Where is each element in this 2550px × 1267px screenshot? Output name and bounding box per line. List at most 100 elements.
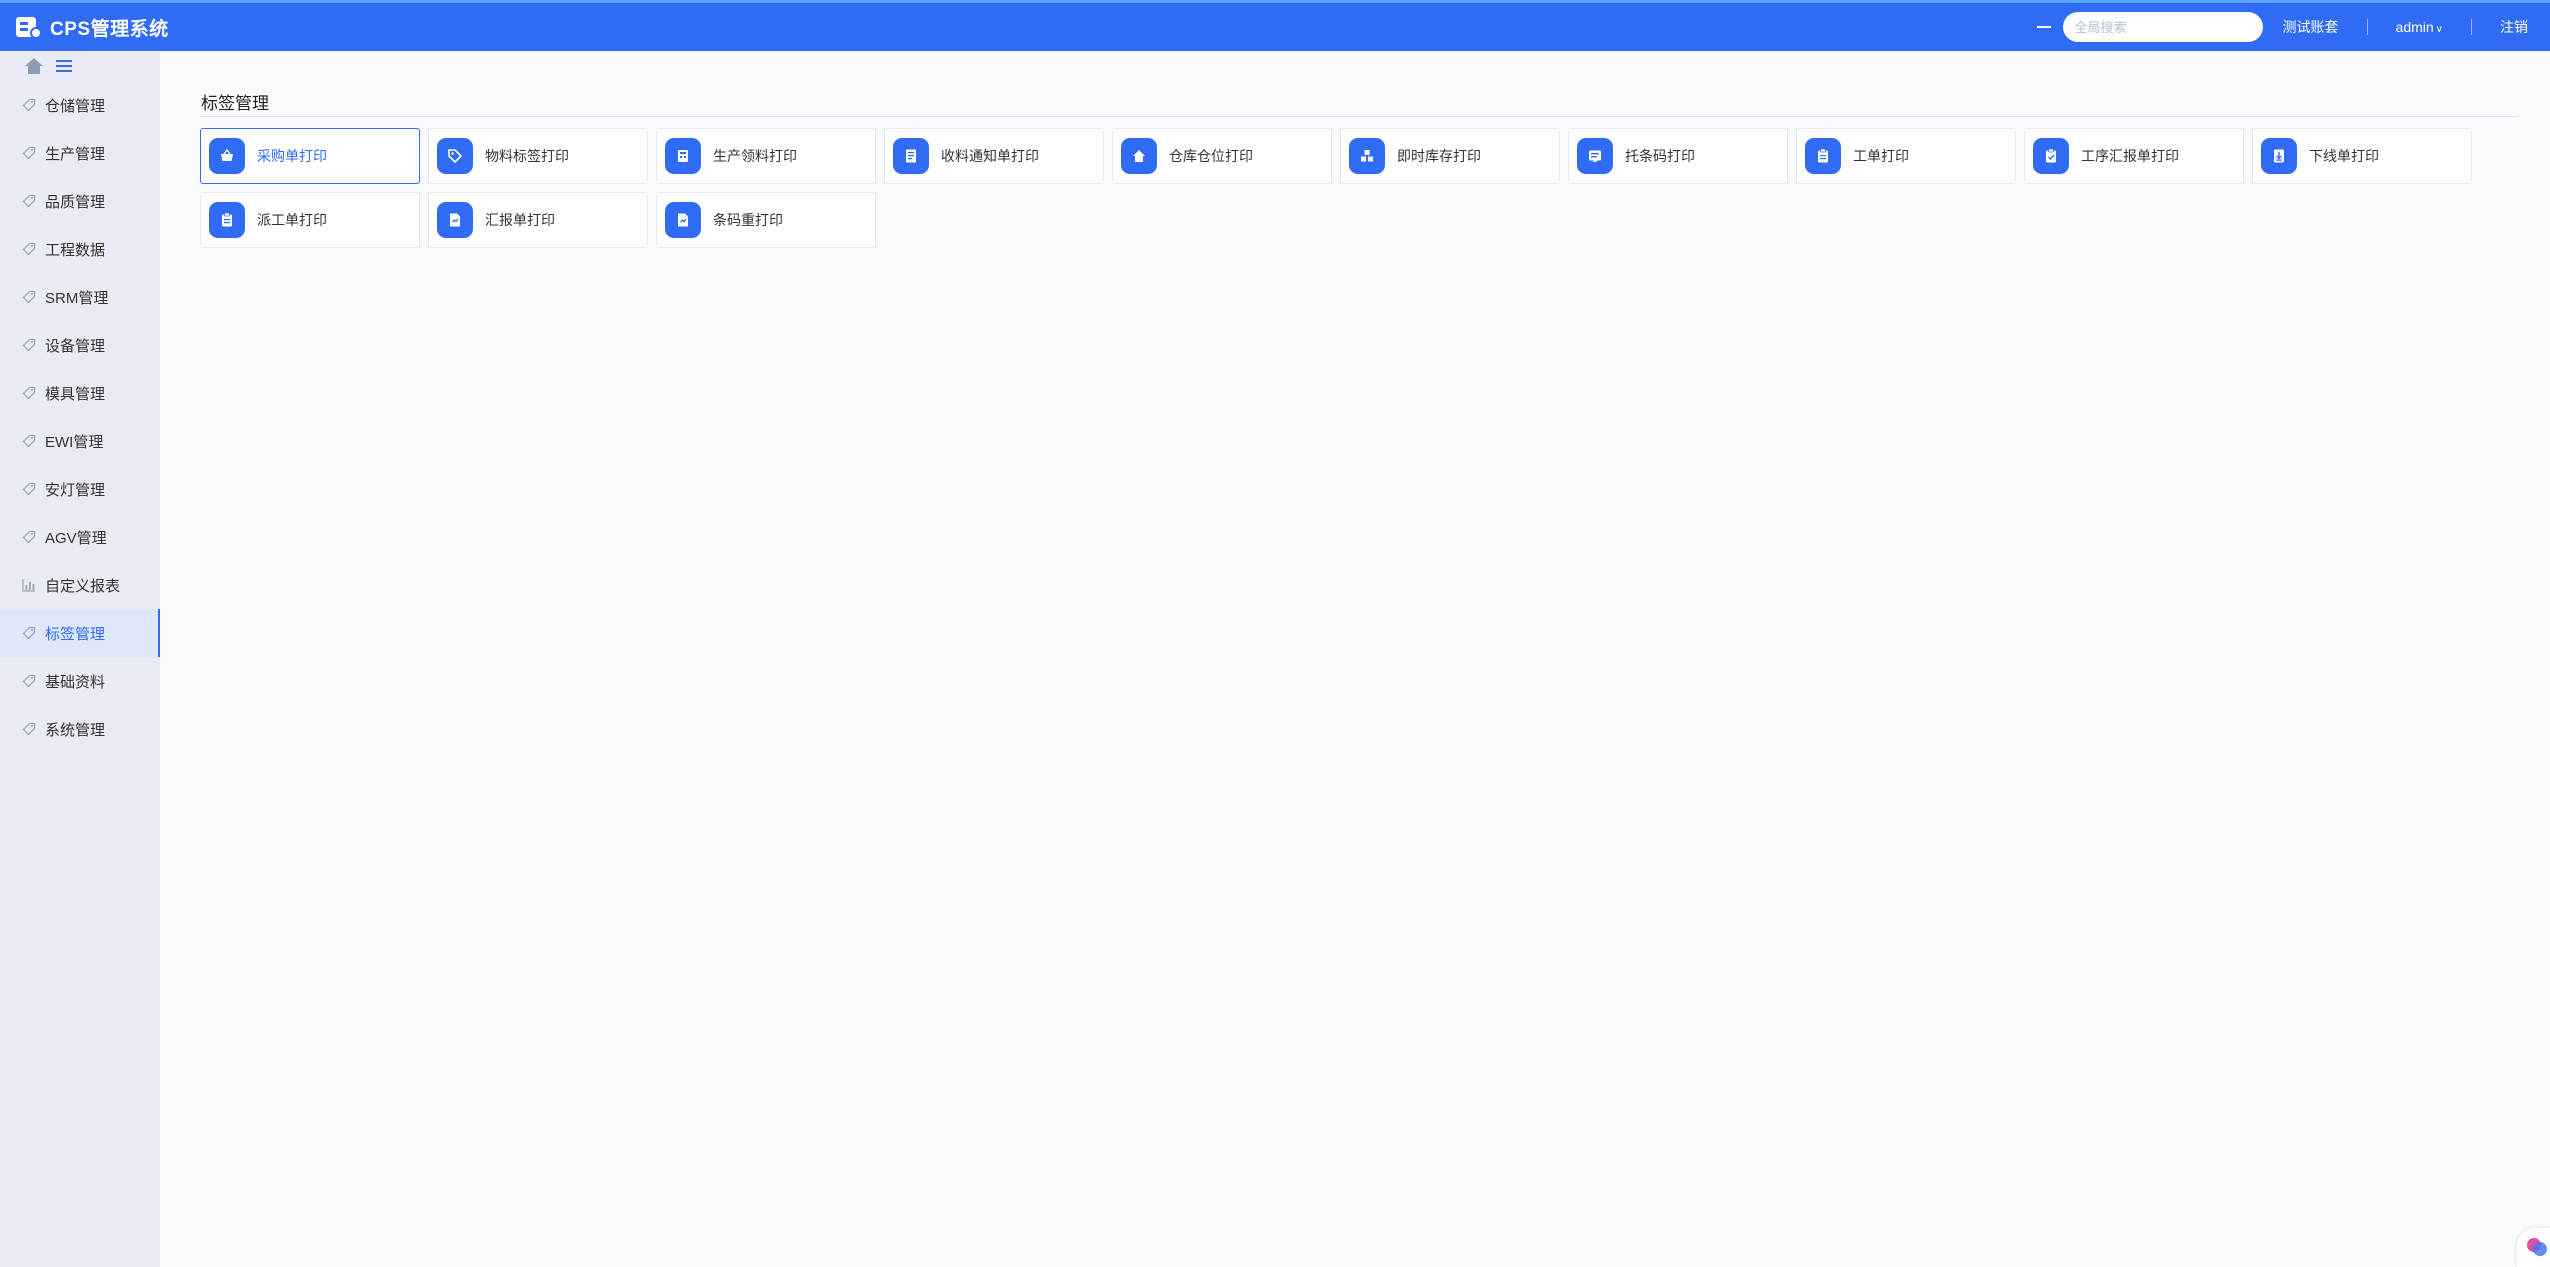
sidebar-item-label: 品质管理 xyxy=(45,193,106,211)
document-icon xyxy=(893,138,929,174)
sidebar-item[interactable]: 工程数据 xyxy=(0,225,160,273)
sidebar-item-label: 安灯管理 xyxy=(45,481,106,499)
logout-link[interactable]: 注销 xyxy=(2500,17,2528,37)
sidebar-item[interactable]: EWI管理 xyxy=(0,417,160,465)
sidebar-item[interactable]: 品质管理 xyxy=(0,177,160,225)
tag-icon xyxy=(22,674,36,688)
print-card-label: 仓库仓位打印 xyxy=(1169,148,1253,164)
minus-icon[interactable] xyxy=(2036,26,2051,28)
sidebar-item[interactable]: 基础资料 xyxy=(0,657,160,705)
sidebar: 仓储管理生产管理品质管理工程数据 SRM管理设备管理模具管理 EWI管理安灯管理 AG… xyxy=(0,81,160,1267)
sidebar-item-label: AGV管理 xyxy=(45,529,107,547)
report-icon xyxy=(665,202,701,238)
sidebar-item[interactable]: 生产管理 xyxy=(0,129,160,177)
sidebar-toolbar xyxy=(0,51,160,81)
print-card[interactable]: 即时库存打印 xyxy=(1340,128,1560,184)
print-card[interactable]: 托条码打印 xyxy=(1568,128,1788,184)
print-card-label: 条码重打印 xyxy=(713,212,783,228)
sidebar-item-label: 基础资料 xyxy=(45,673,106,691)
global-search-input[interactable] xyxy=(2062,12,2263,42)
print-card[interactable]: 派工单打印 xyxy=(200,192,420,248)
report-icon xyxy=(437,202,473,238)
sidebar-item-label: 标签管理 xyxy=(45,625,106,643)
print-card-label: 托条码打印 xyxy=(1625,148,1695,164)
chart-icon xyxy=(22,579,35,592)
print-card[interactable]: 物料标签打印 xyxy=(428,128,648,184)
print-card-label: 工序汇报单打印 xyxy=(2081,148,2179,164)
tag-icon xyxy=(22,626,36,640)
print-card-label: 工单打印 xyxy=(1853,148,1909,164)
sidebar-item[interactable]: 仓储管理 xyxy=(0,81,160,129)
tag-icon xyxy=(22,146,36,160)
print-card[interactable]: 下线单打印 xyxy=(2252,128,2472,184)
print-card[interactable]: 工单打印 xyxy=(1796,128,2016,184)
sidebar-item-label: 设备管理 xyxy=(45,337,106,355)
sidebar-item[interactable]: 设备管理 xyxy=(0,321,160,369)
sidebar-item[interactable]: SRM管理 xyxy=(0,273,160,321)
tag-icon xyxy=(22,722,36,736)
sidebar-item-label: 工程数据 xyxy=(45,241,106,259)
sidebar-item[interactable]: 自定义报表 xyxy=(0,561,160,609)
tag-icon xyxy=(22,290,36,304)
sidebar-item-label: 系统管理 xyxy=(45,721,106,739)
user-menu[interactable]: admin ∨ xyxy=(2396,19,2443,35)
print-card-label: 采购单打印 xyxy=(257,148,327,164)
print-card[interactable]: 生产领料打印 xyxy=(656,128,876,184)
chevron-down-icon: ∨ xyxy=(2435,24,2443,35)
title-divider xyxy=(200,116,2518,117)
print-card-label: 派工单打印 xyxy=(257,212,327,228)
clipboard-check-icon xyxy=(2033,138,2069,174)
print-card-label: 物料标签打印 xyxy=(485,148,569,164)
sidebar-item[interactable]: 安灯管理 xyxy=(0,465,160,513)
tag-icon xyxy=(22,434,36,448)
divider xyxy=(2471,19,2472,35)
sidebar-item-label: EWI管理 xyxy=(45,433,104,451)
account-set-link[interactable]: 测试账套 xyxy=(2283,17,2339,37)
tag-icon xyxy=(22,386,36,400)
print-card-label: 即时库存打印 xyxy=(1397,148,1481,164)
sidebar-item-label: 生产管理 xyxy=(45,145,106,163)
page-title: 标签管理 xyxy=(201,94,269,113)
print-card[interactable]: 工序汇报单打印 xyxy=(2024,128,2244,184)
tag-icon xyxy=(22,338,36,352)
boxes-icon xyxy=(1349,138,1385,174)
print-card[interactable]: 收料通知单打印 xyxy=(884,128,1104,184)
menu-toggle-icon[interactable] xyxy=(56,59,72,73)
tag-icon xyxy=(22,194,36,208)
print-card-label: 汇报单打印 xyxy=(485,212,555,228)
sidebar-item[interactable]: AGV管理 xyxy=(0,513,160,561)
divider xyxy=(2366,19,2368,35)
sidebar-item-label: 仓储管理 xyxy=(45,97,106,115)
main-content: 标签管理 采购单打印 物料标签打印 生产领料打印 收料通知单打印 仓库仓位打印 即时库存打… xyxy=(160,81,2550,1267)
sidebar-item[interactable]: 系统管理 xyxy=(0,705,160,753)
print-card[interactable]: 条码重打印 xyxy=(656,192,876,248)
home-icon[interactable] xyxy=(25,58,43,74)
tag-icon xyxy=(437,138,473,174)
print-card-label: 下线单打印 xyxy=(2309,148,2379,164)
sidebar-item-label: 自定义报表 xyxy=(45,577,121,595)
print-card[interactable]: 仓库仓位打印 xyxy=(1112,128,1332,184)
print-card-label: 生产领料打印 xyxy=(713,148,797,164)
tag-icon xyxy=(22,482,36,496)
house-icon xyxy=(1121,138,1157,174)
sidebar-item-label: 模具管理 xyxy=(45,385,106,403)
logo-icon xyxy=(16,15,42,39)
logo: CPS管理系统 xyxy=(16,14,169,41)
sidebar-item[interactable]: 标签管理 xyxy=(0,609,160,657)
monitor-icon xyxy=(1577,138,1613,174)
tag-icon xyxy=(22,530,36,544)
clipboard-icon xyxy=(209,202,245,238)
top-right-tools: 测试账套 admin∨ 注销 xyxy=(2036,3,2550,51)
basket-icon xyxy=(209,138,245,174)
print-card-label: 收料通知单打印 xyxy=(941,148,1039,164)
sidebar-item[interactable]: 模具管理 xyxy=(0,369,160,417)
app-title: CPS管理系统 xyxy=(50,18,169,40)
tag-icon xyxy=(22,242,36,256)
top-bar: CPS管理系统 测试账套 admin∨ 注销 xyxy=(0,0,2550,51)
print-card[interactable]: 采购单打印 xyxy=(200,128,420,184)
print-card[interactable]: 汇报单打印 xyxy=(428,192,648,248)
assistant-widget-icon[interactable] xyxy=(2517,1228,2550,1267)
user-name: admin xyxy=(2395,19,2434,35)
calculator-icon xyxy=(665,138,701,174)
download-doc-icon xyxy=(2261,138,2297,174)
